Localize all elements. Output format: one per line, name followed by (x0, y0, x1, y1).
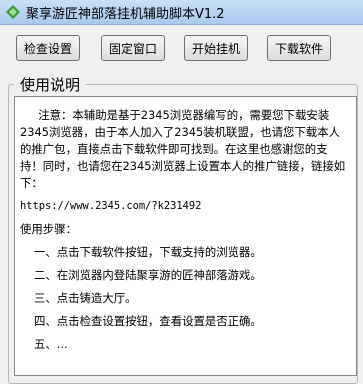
step-item: 四、点击检查设置按钮，查看设置是否正确。 (34, 314, 262, 328)
app-icon (6, 5, 20, 19)
title-bar[interactable]: 聚享游匠神部落挂机辅助脚本V1.2 (0, 0, 363, 25)
steps-title: 使用步骤： (20, 222, 77, 236)
step-item: 二、在浏览器内登陆聚享游的匠神部落游戏。 (34, 268, 262, 282)
step-item: 一、点击下载软件按钮，下载支持的浏览器。 (34, 245, 262, 259)
step-item: 三、点击铸造大厅。 (34, 291, 137, 305)
fix-window-button[interactable]: 固定窗口 (101, 35, 165, 61)
check-settings-button[interactable]: 检查设置 (16, 35, 80, 61)
window-title: 聚享游匠神部落挂机辅助脚本V1.2 (26, 7, 225, 22)
download-software-button[interactable]: 下载软件 (267, 35, 331, 61)
usage-group-title: 使用说明 (14, 74, 87, 95)
notice-paragraph: 注意：本辅助是基于2345浏览器编写的，需要您下载安装2345浏览器，由于本人加… (20, 108, 346, 190)
step-item: 五、... (34, 337, 68, 351)
usage-textarea[interactable]: 注意：本辅助是基于2345浏览器编写的，需要您下载安装2345浏览器，由于本人加… (14, 96, 357, 376)
start-hook-button[interactable]: 开始挂机 (184, 35, 248, 61)
promo-url: https://www.2345.com/?k231492 (20, 200, 202, 212)
